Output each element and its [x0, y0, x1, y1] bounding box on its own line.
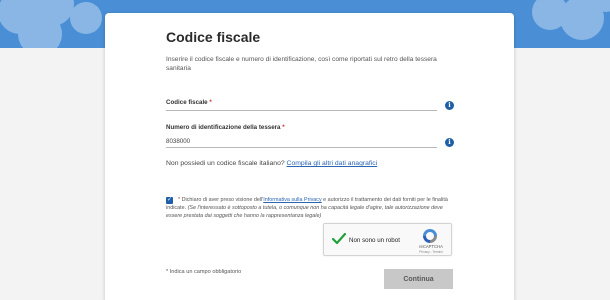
fiscal-code-underline	[166, 110, 437, 111]
required-mark: *	[178, 197, 181, 203]
other-data-link[interactable]: Compila gli altri dati anagrafici	[287, 160, 378, 167]
recaptcha-links[interactable]: Privacy - Termini	[413, 250, 449, 254]
clover-decoration-icon	[532, 0, 610, 40]
recaptcha-brand: reCAPTCHA	[419, 244, 443, 249]
fiscal-code-label: Codice fiscale *	[166, 99, 212, 106]
checkmark-icon[interactable]	[332, 233, 346, 245]
info-icon[interactable]: i	[445, 138, 454, 147]
required-field-note: * Indica un campo obbligatorio	[166, 269, 242, 275]
recaptcha-logo-icon	[423, 229, 437, 243]
recaptcha-widget[interactable]: Non sono un robot reCAPTCHA Privacy - Te…	[323, 223, 452, 256]
required-mark: *	[282, 124, 285, 131]
clover-decoration-icon	[0, 0, 102, 48]
form-intro-text: Inserire il codice fiscale e numero di i…	[166, 56, 437, 72]
card-number-input[interactable]: 8038000	[166, 138, 190, 145]
consent-legal-note: (Se l'interessato è sottoposto a tutela,…	[166, 205, 443, 219]
page-title: Codice fiscale	[166, 29, 261, 45]
continue-button[interactable]: Continua	[384, 269, 453, 289]
card-number-label-text: Numero di identificazione della tessera	[166, 124, 281, 131]
consent-text-before: Dichiaro di aver preso visione dell'	[181, 197, 264, 203]
recaptcha-label: Non sono un robot	[349, 237, 400, 244]
fiscal-code-label-text: Codice fiscale	[166, 99, 208, 106]
privacy-policy-link[interactable]: Informativa sulla Privacy	[263, 197, 321, 203]
info-icon[interactable]: i	[445, 101, 454, 110]
no-fiscal-code-text: Non possiedi un codice fiscale italiano?	[166, 160, 285, 167]
no-fiscal-code-row: Non possiedi un codice fiscale italiano?…	[166, 160, 377, 167]
required-mark: *	[209, 99, 212, 106]
fiscal-code-form-card: Codice fiscale Inserire il codice fiscal…	[105, 13, 514, 300]
card-number-label: Numero di identificazione della tessera …	[166, 124, 285, 131]
privacy-consent-text: * Dichiaro di aver preso visione dell'In…	[166, 196, 458, 220]
card-number-underline	[166, 147, 437, 148]
